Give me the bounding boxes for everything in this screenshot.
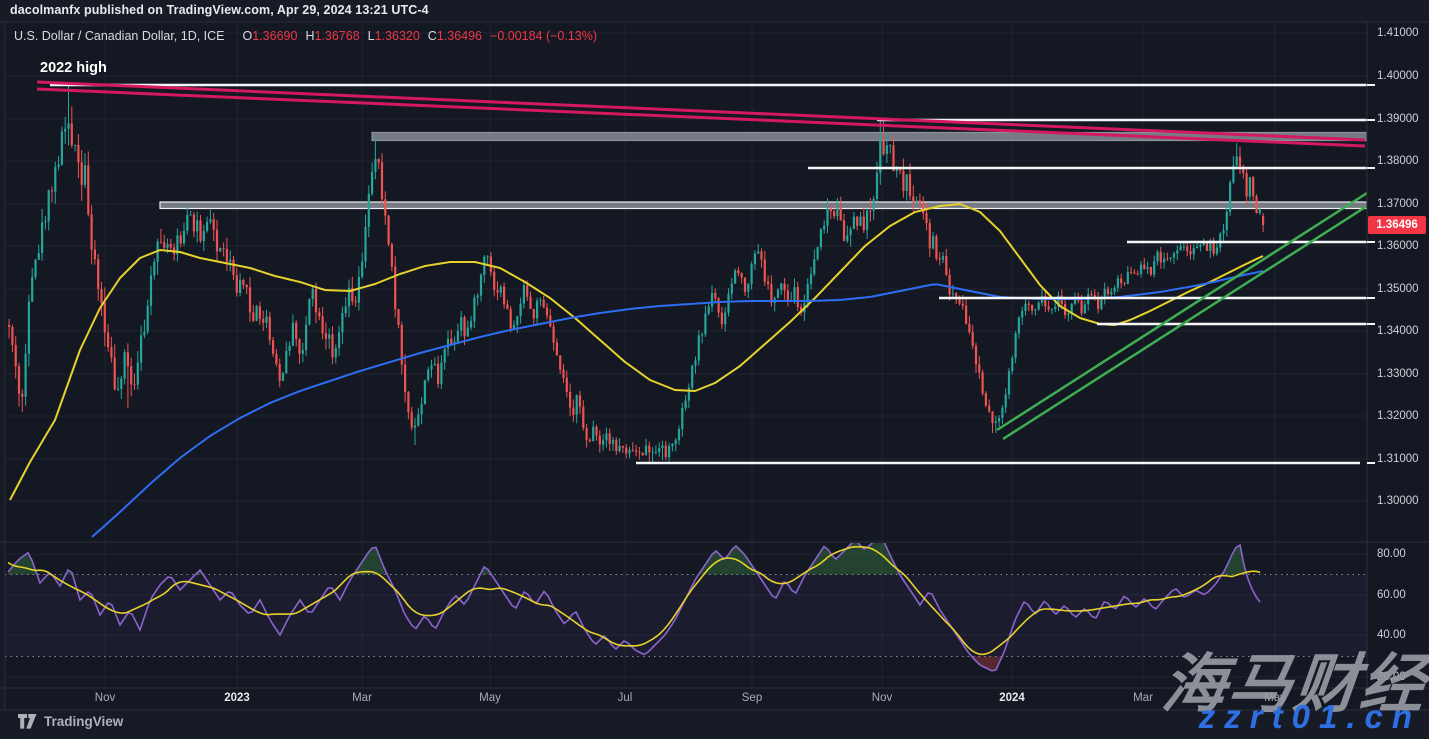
price-scale-label: 1.38000 <box>1377 155 1419 167</box>
downtrend-line-1 <box>37 82 1365 140</box>
tradingview-logo-icon <box>18 714 37 729</box>
open-label: O <box>243 29 253 43</box>
price-scale-label: 1.31000 <box>1377 453 1419 465</box>
time-axis-label: Sep <box>742 692 762 704</box>
close-label: C <box>428 29 437 43</box>
tradingview-published-chart: dacolmanfx published on TradingView.com,… <box>0 0 1429 739</box>
close-value: 1.36496 <box>437 29 482 43</box>
price-scale-label: 1.32000 <box>1377 410 1419 422</box>
high-value: 1.36768 <box>314 29 359 43</box>
tradingview-logo[interactable]: TradingView <box>18 714 123 729</box>
symbol-title[interactable]: U.S. Dollar / Canadian Dollar, 1D, ICE <box>14 29 225 43</box>
uptrend-line-1 <box>997 193 1367 430</box>
open-value: 1.36690 <box>252 29 297 43</box>
chart-legend[interactable]: U.S. Dollar / Canadian Dollar, 1D, ICEO1… <box>14 29 597 43</box>
time-axis-label: 2023 <box>224 692 250 704</box>
price-scale-label: 1.35000 <box>1377 283 1419 295</box>
price-scale-label: 1.40000 <box>1377 70 1419 82</box>
time-axis-label: May <box>479 692 501 704</box>
time-axis-label: Mar <box>352 692 372 704</box>
tradingview-logo-text: TradingView <box>44 714 123 729</box>
chart-canvas[interactable] <box>0 0 1429 739</box>
change-value: −0.00184 (−0.13%) <box>490 29 597 43</box>
rsi-scale-label: 60.00 <box>1377 589 1406 601</box>
time-axis-label: 2024 <box>999 692 1025 704</box>
price-scale-label: 1.36000 <box>1377 240 1419 252</box>
time-axis-label: Nov <box>95 692 115 704</box>
low-label: L <box>368 29 375 43</box>
last-price-tag: 1.36496 <box>1368 216 1426 234</box>
watermark-site-url: zzrt01.cn <box>1199 698 1421 736</box>
price-scale-label: 1.33000 <box>1377 368 1419 380</box>
time-axis-label: Jul <box>618 692 633 704</box>
rsi-oversold-fill <box>8 657 1260 671</box>
price-scale-label: 1.41000 <box>1377 27 1419 39</box>
time-axis-label: Mar <box>1133 692 1153 704</box>
time-axis-label: Nov <box>872 692 892 704</box>
rsi-panel <box>5 536 1367 671</box>
price-scale-label: 1.39000 <box>1377 113 1419 125</box>
ma-blue <box>92 271 1263 537</box>
supply-zones <box>160 133 1367 209</box>
moving-averages <box>10 204 1263 537</box>
low-value: 1.36320 <box>375 29 420 43</box>
annotation-2022-high: 2022 high <box>40 60 107 76</box>
candlestick-series <box>8 86 1264 464</box>
price-scale-label: 1.37000 <box>1377 198 1419 210</box>
price-scale-label: 1.34000 <box>1377 325 1419 337</box>
supply-zone-1.370 <box>160 202 1367 209</box>
price-scale-label: 1.30000 <box>1377 495 1419 507</box>
rsi-scale-label: 80.00 <box>1377 548 1406 560</box>
